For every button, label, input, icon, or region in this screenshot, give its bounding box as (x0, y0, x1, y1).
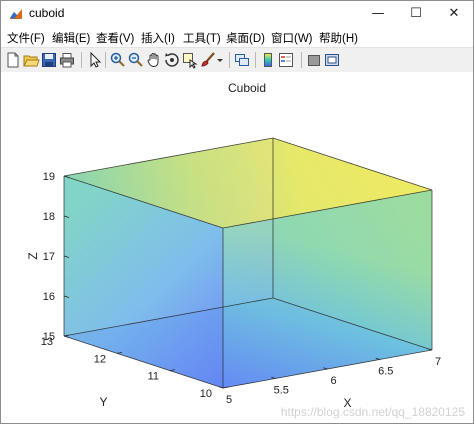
menu-window[interactable]: 窗口(W) (271, 30, 313, 46)
menu-bar: 文件(F) 编辑(E) 查看(V) 插入(I) 工具(T) 桌面(D) 窗口(W… (1, 27, 473, 47)
menu-insert[interactable]: 插入(I) (141, 30, 175, 46)
menu-tools[interactable]: 工具(T) (183, 30, 221, 46)
select-arrow-icon[interactable] (85, 51, 103, 69)
print-icon[interactable] (58, 51, 76, 69)
menu-help[interactable]: 帮助(H) (319, 30, 358, 46)
new-figure-icon[interactable] (4, 51, 22, 69)
minimize-button[interactable]: — (359, 1, 397, 27)
z-tick-label: 16 (43, 291, 55, 303)
toolbar-separator (255, 52, 256, 68)
z-axis-label: Z (26, 252, 40, 259)
brush-dropdown-icon[interactable] (215, 51, 225, 69)
toolbar-separator (81, 52, 82, 68)
y-tick-label: 11 (148, 371, 159, 383)
chart-title: Cuboid (228, 81, 266, 95)
x-tick-label: 7 (435, 356, 441, 368)
toolbar-separator (301, 52, 302, 68)
insert-legend-icon[interactable] (277, 51, 295, 69)
x-tick-label: 5.5 (274, 385, 289, 397)
title-bar: cuboid — ☐ ✕ (1, 1, 473, 27)
zoom-out-icon[interactable] (127, 51, 145, 69)
x-tick-label: 5 (226, 394, 232, 406)
menu-file[interactable]: 文件(F) (7, 30, 45, 46)
y-tick-label: 10 (200, 388, 212, 400)
toolbar-separator (229, 52, 230, 68)
z-tick-label: 17 (43, 251, 55, 263)
save-icon[interactable] (40, 51, 58, 69)
x-tick-label: 6.5 (378, 366, 393, 378)
figure-canvas[interactable]: 15 16 17 18 19 10 11 12 13 5 5.5 6 6.5 7 Y X Z Cuboid htt… (1, 72, 473, 423)
link-plot-icon[interactable] (233, 51, 251, 69)
cuboid-plot[interactable]: 15161718191011121355.566.57Y XZCuboid (1, 72, 473, 423)
rotate-3d-icon[interactable] (163, 51, 181, 69)
watermark: https://blog.csdn.net/qq_18820125 (280, 405, 465, 419)
insert-colorbar-icon[interactable] (259, 51, 277, 69)
y-axis-label: Y (99, 395, 107, 409)
window-title: cuboid (29, 6, 65, 20)
matlab-app-icon (10, 9, 22, 19)
figure-window: cuboid — ☐ ✕ 文件(F) 编辑(E) 查看(V) 插入(I) 工具(… (0, 0, 474, 424)
toolbar-separator (105, 52, 106, 68)
zoom-in-icon[interactable] (109, 51, 127, 69)
y-tick-label: 12 (94, 353, 106, 365)
open-file-icon[interactable] (22, 51, 40, 69)
menu-edit[interactable]: 编辑(E) (52, 30, 90, 46)
z-tick-label: 18 (43, 211, 55, 223)
close-button[interactable]: ✕ (435, 1, 473, 27)
z-tick-label: 19 (43, 171, 55, 183)
figure-toolbar (1, 47, 473, 73)
data-cursor-icon[interactable] (181, 51, 199, 69)
menu-view[interactable]: 查看(V) (96, 30, 134, 46)
show-plot-tools-icon[interactable] (323, 51, 341, 69)
pan-hand-icon[interactable] (145, 51, 163, 69)
hide-plot-tools-icon[interactable] (305, 51, 323, 69)
maximize-button[interactable]: ☐ (397, 1, 435, 27)
y-tick-label: 13 (41, 336, 53, 348)
x-tick-label: 6 (330, 375, 336, 387)
menu-desktop[interactable]: 桌面(D) (226, 30, 265, 46)
